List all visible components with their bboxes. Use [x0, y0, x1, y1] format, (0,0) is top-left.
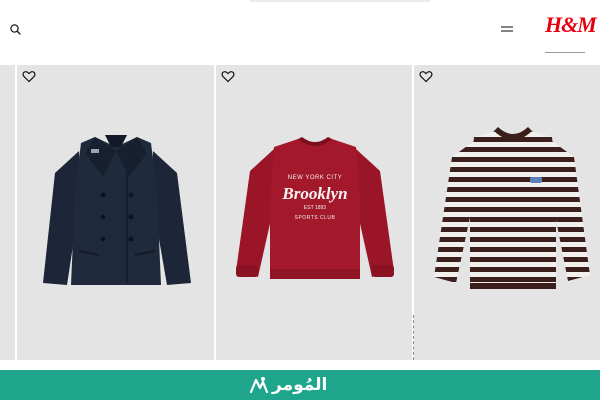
heart-icon[interactable] [221, 70, 235, 83]
product-card-coat[interactable] [17, 65, 214, 360]
hm-logo[interactable]: H&M [545, 12, 597, 53]
logo-text: H&M [545, 12, 597, 37]
brooklyn-sweatshirt-image: NEW YORK CITY Brooklyn EST 1893 SPORTS C… [236, 137, 394, 279]
brand-text: المُومر [272, 375, 328, 395]
striped-top-image [434, 127, 590, 289]
brand-banner: المُومر [0, 370, 600, 400]
page: H&M NEW YORK CITY Brooklyn EST 1893 SPOR… [0, 0, 600, 400]
site-header: H&M [0, 0, 600, 62]
heart-icon[interactable] [22, 70, 36, 83]
navy-coat-image [43, 135, 191, 285]
print-line2: Brooklyn [281, 184, 347, 203]
card-divider [413, 315, 414, 360]
brand-logo-icon [249, 377, 269, 394]
product-card-sweatshirt[interactable]: NEW YORK CITY Brooklyn EST 1893 SPORTS C… [216, 65, 412, 360]
print-line4: SPORTS CLUB [295, 215, 336, 221]
product-card-striped-top[interactable] [414, 65, 600, 360]
hamburger-menu-icon[interactable] [500, 22, 514, 34]
print-line3: EST 1893 [304, 205, 326, 211]
heart-icon[interactable] [419, 70, 433, 83]
top-divider [250, 0, 430, 2]
brand-lockup: المُومر [248, 372, 327, 398]
logo-underline [545, 52, 585, 53]
search-icon[interactable] [8, 22, 24, 38]
product-card-partial[interactable] [0, 65, 15, 360]
print-line1: NEW YORK CITY [288, 175, 342, 181]
product-grid: NEW YORK CITY Brooklyn EST 1893 SPORTS C… [0, 65, 600, 361]
